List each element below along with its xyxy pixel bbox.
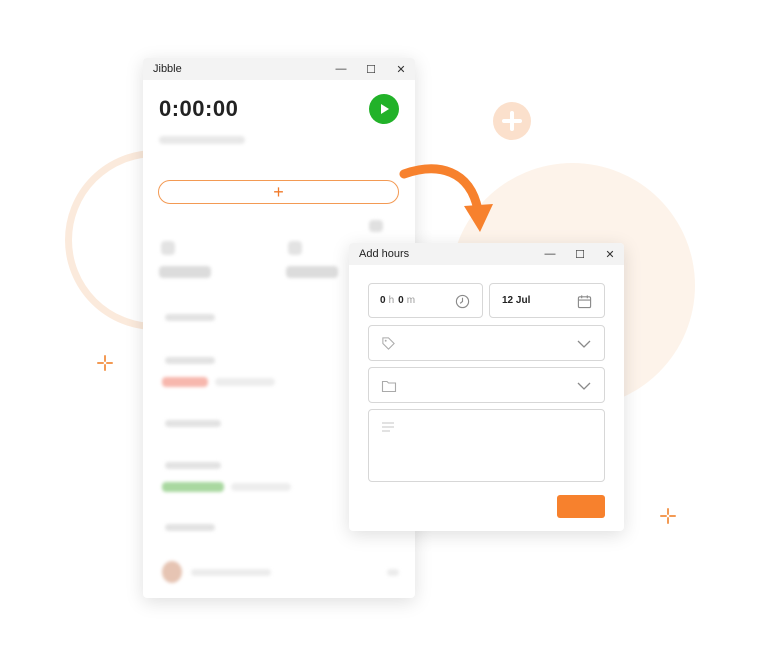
- blurred-placeholder: [159, 136, 245, 144]
- duration-field[interactable]: 0h0m: [368, 283, 483, 318]
- blurred-entry: [165, 314, 215, 321]
- blurred-tag: [162, 482, 224, 492]
- sparkle-icon: [97, 355, 113, 371]
- hours-value: 0: [380, 295, 386, 306]
- blurred-entry: [165, 420, 221, 427]
- curved-arrow-icon: [399, 164, 493, 232]
- window-title: Jibble: [153, 63, 182, 75]
- chevron-down-icon: [577, 382, 591, 390]
- blurred-stat: [159, 266, 211, 278]
- folder-icon: [381, 380, 397, 393]
- maximize-button[interactable]: ☐: [365, 63, 377, 76]
- minimize-button[interactable]: —: [335, 63, 347, 75]
- close-button[interactable]: ✕: [604, 248, 616, 261]
- play-button[interactable]: [369, 94, 399, 124]
- project-select[interactable]: [368, 367, 605, 403]
- blurred-icon: [369, 220, 383, 232]
- sparkle-icon: [660, 508, 676, 524]
- hours-unit: h: [388, 295, 395, 306]
- minutes-value: 0: [398, 295, 404, 306]
- clock-icon[interactable]: [455, 294, 470, 309]
- plus-icon: +: [273, 181, 284, 202]
- chevron-down-icon: [577, 340, 591, 348]
- blurred-entry: [165, 357, 215, 364]
- blurred-entry: [231, 483, 291, 491]
- title-bar: Jibble — ☐ ✕: [143, 58, 415, 80]
- decorative-plus-circle: [493, 102, 531, 140]
- date-value: 12 Jul: [502, 295, 531, 306]
- blurred-icon: [161, 241, 175, 255]
- calendar-icon[interactable]: [577, 294, 592, 309]
- blurred-stat: [286, 266, 338, 278]
- blurred-user-name: [191, 569, 271, 576]
- minimize-button[interactable]: —: [544, 248, 556, 260]
- blurred-entry: [215, 378, 275, 386]
- minutes-unit: m: [406, 295, 416, 306]
- save-button[interactable]: [557, 495, 605, 518]
- tag-icon: [382, 337, 395, 350]
- title-bar: Add hours — ☐ ✕: [349, 243, 624, 265]
- notes-lines-icon: [382, 422, 394, 432]
- avatar[interactable]: [162, 561, 182, 583]
- add-hours-window: Add hours — ☐ ✕ 0h0m 12 Jul: [349, 243, 624, 531]
- blurred-icon: [288, 241, 302, 255]
- close-button[interactable]: ✕: [395, 63, 407, 76]
- window-title: Add hours: [359, 248, 410, 260]
- timer-display: 0:00:00: [159, 96, 239, 121]
- add-time-entry-button[interactable]: +: [158, 180, 399, 204]
- blurred-entry: [165, 462, 221, 469]
- blurred-icon: [387, 569, 399, 576]
- blurred-entry: [165, 524, 215, 531]
- activity-select[interactable]: [368, 325, 605, 361]
- date-field[interactable]: 12 Jul: [489, 283, 605, 318]
- maximize-button[interactable]: ☐: [574, 248, 586, 261]
- notes-textarea[interactable]: [368, 409, 605, 482]
- blurred-tag: [162, 377, 208, 387]
